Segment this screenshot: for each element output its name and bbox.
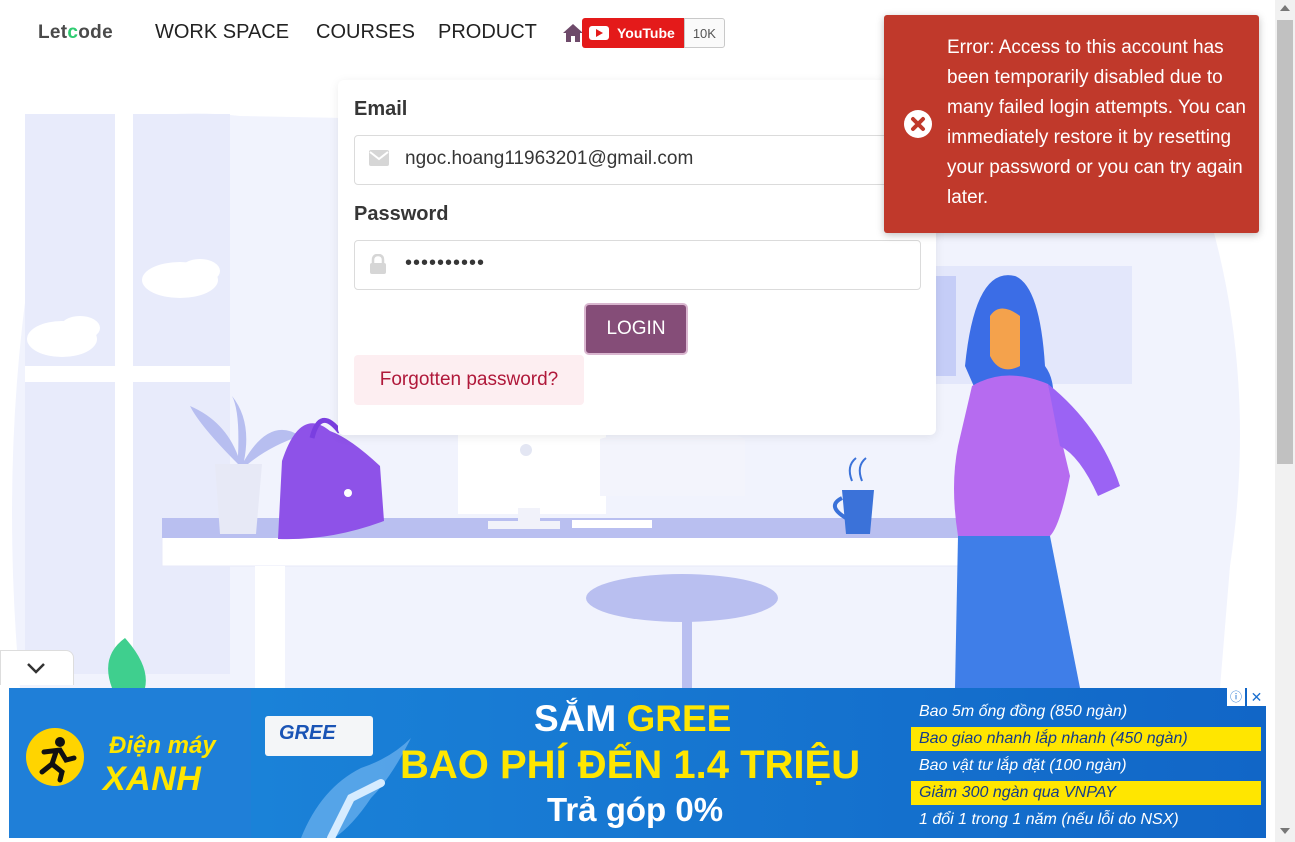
ad-benefit-item: Giảm 300 ngàn qua VNPAY: [911, 781, 1261, 805]
login-card: Email ngoc.hoang11963201@gmail.com Passw…: [338, 80, 936, 435]
running-man-icon: [39, 737, 77, 783]
home-icon[interactable]: [562, 22, 584, 44]
page-scrollbar[interactable]: [1275, 0, 1295, 842]
error-message: Error: Access to this account has been t…: [947, 37, 1246, 208]
ad-banner[interactable]: Điện máy XANH GREE SẮM GREE BAO PHÍ ĐẾN …: [9, 688, 1266, 838]
scroll-up-arrow-icon[interactable]: [1280, 5, 1290, 11]
youtube-subscriber-count: 10K: [683, 18, 725, 48]
password-field[interactable]: ••••••••••: [354, 240, 921, 290]
ad-benefit-item: 1 đổi 1 trong 1 năm (nếu lỗi do NSX): [919, 811, 1179, 828]
nav-product[interactable]: PRODUCT: [438, 21, 537, 44]
logo-text-end: ode: [78, 22, 113, 43]
scroll-thumb[interactable]: [1277, 20, 1293, 464]
login-button[interactable]: LOGIN: [584, 303, 688, 355]
logo-text-accent: c: [67, 22, 79, 43]
chevron-down-icon: [27, 663, 45, 674]
youtube-play-icon: [589, 26, 609, 40]
letcode-logo[interactable]: Letcode: [38, 22, 113, 44]
ad-headline-white: SẮM: [534, 698, 627, 739]
ad-brand-line2: XANH: [103, 760, 202, 798]
nav-courses[interactable]: COURSES: [316, 21, 415, 44]
ad-benefit-item: Bao giao nhanh lắp nhanh (450 ngàn): [911, 727, 1261, 751]
error-toast[interactable]: Error: Access to this account has been t…: [884, 15, 1259, 233]
email-label: Email: [354, 98, 408, 120]
nav-workspace[interactable]: WORK SPACE: [155, 21, 289, 44]
youtube-button[interactable]: YouTube: [582, 18, 684, 48]
ad-promo-area: GREE SẮM GREE BAO PHÍ ĐẾN 1.4 TRIỆU Trả …: [251, 688, 1266, 838]
youtube-subscribe-widget[interactable]: YouTube 10K: [582, 18, 725, 48]
forgot-password-link[interactable]: Forgotten password?: [354, 355, 584, 405]
ad-close-icon[interactable]: ✕: [1247, 688, 1266, 706]
email-field[interactable]: ngoc.hoang11963201@gmail.com: [354, 135, 921, 185]
ad-info-icon[interactable]: ⓘ: [1227, 688, 1245, 706]
error-circle-icon: [904, 110, 932, 138]
ad-benefit-item: Bao vật tư lắp đặt (100 ngàn): [919, 757, 1127, 774]
lock-icon: [370, 254, 386, 274]
ad-subheadline: BAO PHÍ ĐẾN 1.4 TRIỆU: [400, 743, 861, 787]
email-value: ngoc.hoang11963201@gmail.com: [405, 148, 694, 169]
ad-brand-line1: Điện máy: [109, 732, 216, 759]
ad-brand-logo: [26, 728, 84, 786]
ad-benefit-item: Bao 5m ống đồng (850 ngàn): [919, 703, 1128, 720]
logo-text-start: Let: [38, 22, 68, 43]
ad-headline: SẮM GREE: [534, 698, 731, 740]
scroll-down-arrow-icon[interactable]: [1280, 828, 1290, 834]
ad-brand-area: Điện máy XANH: [9, 688, 251, 838]
envelope-icon: [369, 150, 389, 166]
password-value: ••••••••••: [405, 252, 486, 274]
ad-collapse-toggle[interactable]: [0, 650, 74, 685]
ad-headline-yellow: GREE: [626, 698, 732, 739]
youtube-label: YouTube: [617, 25, 675, 41]
ad-installment: Trả góp 0%: [547, 791, 724, 828]
password-label: Password: [354, 203, 449, 225]
